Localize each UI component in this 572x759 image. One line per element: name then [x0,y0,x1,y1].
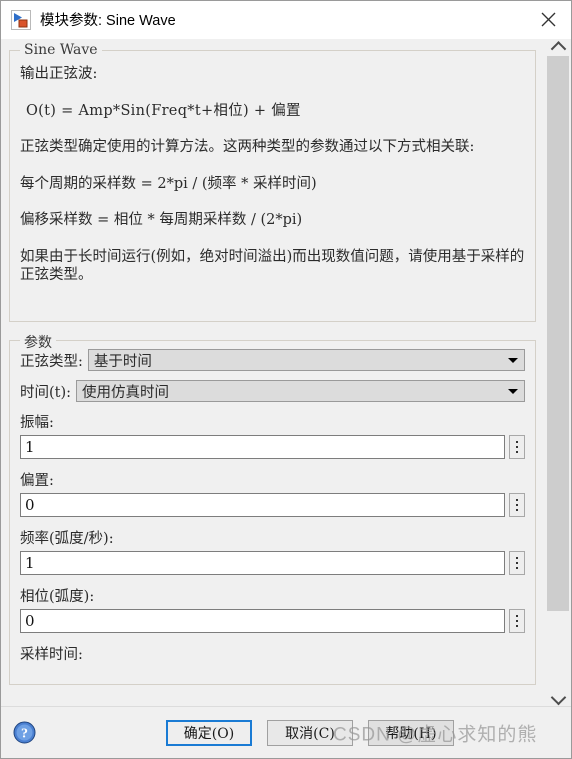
frequency-more-button[interactable] [509,551,525,575]
description-paragraph: 正弦类型确定使用的计算方法。这两种类型的参数通过以下方式相关联: [20,139,475,156]
dot [516,441,518,443]
phase-field-group: 相位(弧度): 0 [20,585,525,633]
dot [516,451,518,453]
description-paragraph: 如果由于长时间运行(例如，绝对时间溢出)而出现数值问题，请使用基于采样的正弦类型… [20,248,525,284]
frequency-field-group: 频率(弧度/秒): 1 [20,527,525,575]
description-group-title: Sine Wave [20,42,102,58]
dot [516,557,518,559]
vertical-scrollbar[interactable] [543,39,571,706]
svg-text:?: ? [21,727,28,742]
phase-more-button[interactable] [509,609,525,633]
dot [516,567,518,569]
dot [516,620,518,622]
amplitude-input[interactable]: 1 [20,435,505,459]
time-source-label: 时间(t): [20,384,72,401]
frequency-label: 频率(弧度/秒): [20,531,114,547]
dot [516,499,518,501]
block-parameters-dialog: 模块参数: Sine Wave Sine Wave 输出正弦波: O(t) = … [0,0,572,759]
chevron-down-icon [504,381,522,401]
scroll-up-button[interactable] [546,39,571,57]
bias-input[interactable]: 0 [20,493,505,517]
close-icon [541,12,555,27]
sample-time-label: 采样时间: [20,647,83,663]
window-title: 模块参数: Sine Wave [40,13,176,29]
dot [516,504,518,506]
sine-type-row: 正弦类型: 基于时间 [20,349,525,371]
dialog-button-bar: ? 确定(O) 取消(C) 帮助(H) CSDN @虚心求知的熊 [1,706,571,758]
bias-more-button[interactable] [509,493,525,517]
time-source-value: 使用仿真时间 [82,384,170,401]
phase-label: 相位(弧度): [20,589,95,605]
dot [516,509,518,511]
scrollbar-track[interactable] [547,56,570,689]
sample-time-field-group: 采样时间: [20,643,525,664]
dot [516,446,518,448]
phase-input[interactable]: 0 [20,609,505,633]
sine-type-value: 基于时间 [93,353,152,370]
description-paragraph: 输出正弦波: [20,66,98,82]
description-paragraph: 每个周期的采样数 = 2*pi / (频率 * 采样时间) [20,175,317,192]
help-circle-icon[interactable]: ? [13,721,36,744]
sine-type-select[interactable]: 基于时间 [87,349,525,371]
chevron-down-icon [550,689,567,706]
description-paragraph: 偏移采样数 = 相位 * 每周期采样数 / (2*pi) [20,212,303,229]
description-groupbox: Sine Wave 输出正弦波: O(t) = Amp*Sin(Freq*t+相… [9,42,536,322]
scrollbar-thumb[interactable] [547,56,569,611]
description-formula: O(t) = Amp*Sin(Freq*t+相位) + 偏置 [26,102,301,119]
amplitude-field-group: 振幅: 1 [20,411,525,459]
simulink-block-icon [11,9,31,30]
dot [516,615,518,617]
description-body: 输出正弦波: O(t) = Amp*Sin(Freq*t+相位) + 偏置 正弦… [20,55,525,285]
sine-type-label: 正弦类型: [20,353,83,370]
help-button[interactable]: 帮助(H) [368,719,454,746]
parameters-group-title: 参数 [20,332,56,352]
cancel-button[interactable]: 取消(C) [267,719,353,746]
dot [516,625,518,627]
frequency-input[interactable]: 1 [20,551,505,575]
title-bar: 模块参数: Sine Wave [1,1,571,39]
dot [516,562,518,564]
amplitude-label: 振幅: [20,415,54,431]
dialog-content: Sine Wave 输出正弦波: O(t) = Amp*Sin(Freq*t+相… [1,39,571,706]
bias-field-group: 偏置: 0 [20,469,525,517]
scrollable-content: Sine Wave 输出正弦波: O(t) = Amp*Sin(Freq*t+相… [1,39,544,706]
chevron-up-icon [550,41,567,57]
ok-button[interactable]: 确定(O) [166,719,252,746]
close-button[interactable] [525,1,571,39]
parameters-groupbox: 参数 正弦类型: 基于时间 时间(t): 使用仿真时间 振幅: 1 偏置: 0 … [9,332,536,685]
chevron-down-icon [504,350,522,370]
time-source-row: 时间(t): 使用仿真时间 [20,380,525,402]
time-source-select[interactable]: 使用仿真时间 [76,380,525,402]
amplitude-more-button[interactable] [509,435,525,459]
scroll-down-button[interactable] [546,689,571,706]
bias-label: 偏置: [20,473,54,489]
